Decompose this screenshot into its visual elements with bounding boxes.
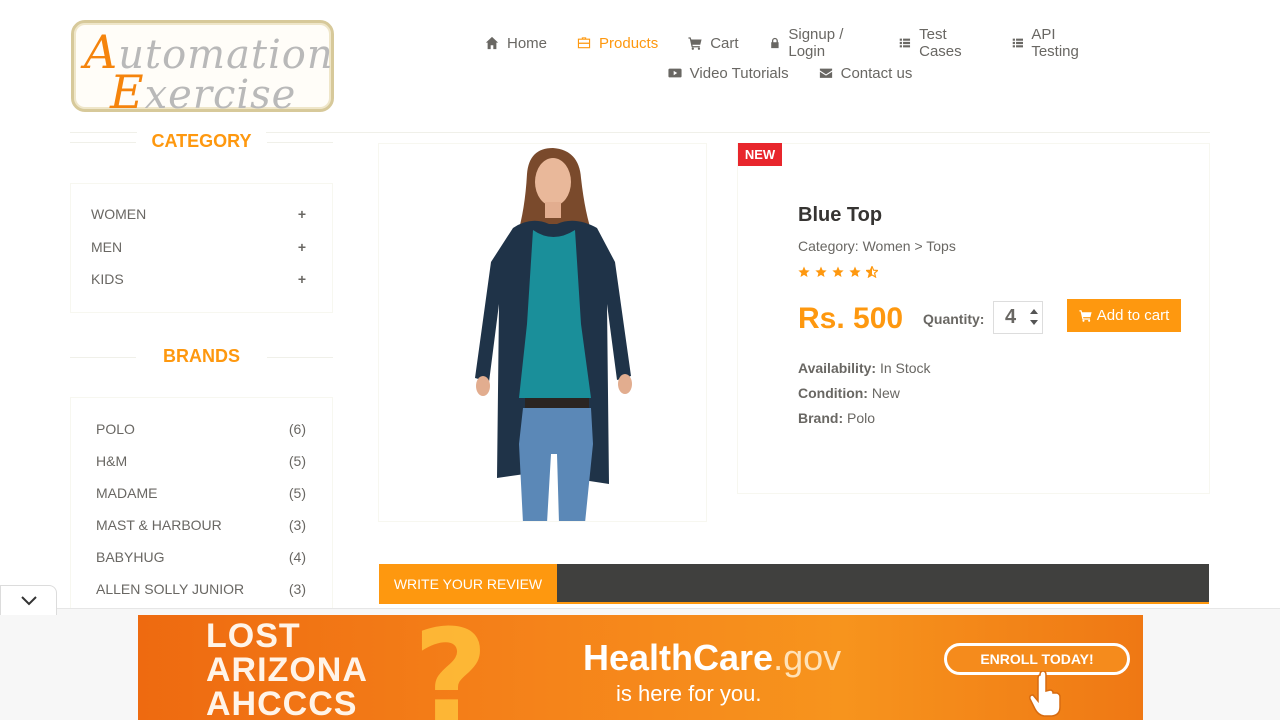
logo-line-2: Exercise [110,65,297,119]
nav-home[interactable]: Home [470,28,562,58]
add-to-cart-label: Add to cart [1096,307,1170,324]
brand-count: (3) [288,581,306,597]
brand-name: H&M [96,453,128,469]
envelope-icon [819,68,832,78]
brand-name: MAST & HARBOUR [96,517,222,533]
category-label: KIDS [91,271,124,288]
ad-collapse-toggle[interactable] [0,585,57,615]
ad-banner[interactable]: LOST ARIZONA AHCCCS ? HealthCare.gov is … [138,615,1143,720]
nav-cart-label: Cart [710,34,739,52]
category-women[interactable]: WOMEN + [71,198,332,231]
main-nav: Home Products Cart Signup / Login Test C… [470,26,1110,88]
cart-icon [688,37,702,50]
brand-name: BABYHUG [96,549,165,565]
nav-api-testing-label: API Testing [1031,26,1079,60]
product-photo [475,148,632,521]
nav-video-tutorials[interactable]: Video Tutorials [653,58,804,88]
brand-babyhug[interactable]: BABYHUG (4) [71,541,332,573]
category-kids[interactable]: KIDS + [71,263,332,296]
quantity-spinner[interactable] [1029,307,1039,329]
quantity-input[interactable]: 4 [993,301,1043,334]
brand-name: ALLEN SOLLY JUNIOR [96,581,245,597]
star-icon [849,266,861,277]
brands-heading: BRANDS [70,346,333,367]
star-icon [815,266,827,277]
plus-icon[interactable]: + [298,206,306,222]
site-logo[interactable]: Automation Exercise [71,20,334,119]
ad-left-text: LOST ARIZONA AHCCCS [206,617,368,720]
brand-mast-harbour[interactable]: MAST & HARBOUR (3) [71,509,332,541]
briefcase-icon [577,37,591,49]
nav-test-cases[interactable]: Test Cases [884,26,996,60]
add-to-cart-button[interactable]: Add to cart [1067,299,1181,332]
nav-products[interactable]: Products [562,28,673,58]
nav-products-label: Products [599,34,659,52]
star-icon [832,266,844,277]
nav-test-cases-label: Test Cases [919,26,962,60]
brand-madame[interactable]: MADAME (5) [71,477,332,509]
category-label: WOMEN [91,206,147,223]
list-icon [900,38,911,48]
question-mark-graphic: ? [413,615,489,720]
brand-polo[interactable]: POLO (6) [71,413,332,445]
half-star-icon [866,266,878,278]
category-men[interactable]: MEN + [71,231,332,264]
product-category: Category: Women > Tops [798,238,956,254]
brand-hm[interactable]: H&M (5) [71,445,332,477]
lock-icon [770,37,779,49]
nav-signup-login-label: Signup / Login [788,26,844,60]
pointer-hand-icon [1029,671,1061,717]
brand-count: (4) [288,549,306,565]
new-badge: NEW [738,143,782,166]
product-price: Rs. 500 [798,302,904,335]
write-your-review-tab[interactable]: WRITE YOUR REVIEW [379,564,557,604]
plus-icon[interactable]: + [298,239,306,255]
product-rating [798,266,878,278]
brand-count: (5) [288,453,306,469]
plus-icon[interactable]: + [298,271,306,287]
condition: Condition: New [798,385,900,401]
list-icon [1012,38,1023,48]
home-icon [485,36,499,50]
quantity-label: Quantity: [923,311,985,327]
chevron-down-icon [21,596,37,606]
star-icon [798,266,810,277]
category-panel: WOMEN + MEN + KIDS + [70,183,333,313]
nav-contact-us-label: Contact us [840,64,913,82]
cart-icon [1079,310,1092,322]
brand: Brand: Polo [798,410,876,426]
nav-contact-us[interactable]: Contact us [804,58,928,88]
nav-signup-login[interactable]: Signup / Login [754,26,885,60]
brand-count: (5) [288,485,306,501]
ad-brand: HealthCare.gov [583,637,842,678]
ad-tagline: is here for you. [616,681,762,706]
nav-video-tutorials-label: Video Tutorials [689,64,789,82]
product-name: Blue Top [798,204,883,226]
brand-name: POLO [96,421,135,437]
quantity-value: 4 [1005,306,1017,328]
availability: Availability: In Stock [798,360,931,376]
category-heading: CATEGORY [70,131,333,152]
brands-panel: POLO (6) H&M (5) MADAME (5) MAST & HARBOUR (… [70,397,333,637]
youtube-play-icon [668,68,682,78]
brand-count: (3) [288,517,306,533]
product-image [378,143,707,522]
nav-api-testing[interactable]: API Testing [997,26,1110,60]
brand-name: MADAME [96,485,158,501]
category-label: MEN [91,238,123,255]
brand-count: (6) [288,421,306,437]
brand-allen-solly-junior[interactable]: ALLEN SOLLY JUNIOR (3) [71,573,332,605]
nav-cart[interactable]: Cart [673,28,753,58]
nav-home-label: Home [507,34,548,52]
